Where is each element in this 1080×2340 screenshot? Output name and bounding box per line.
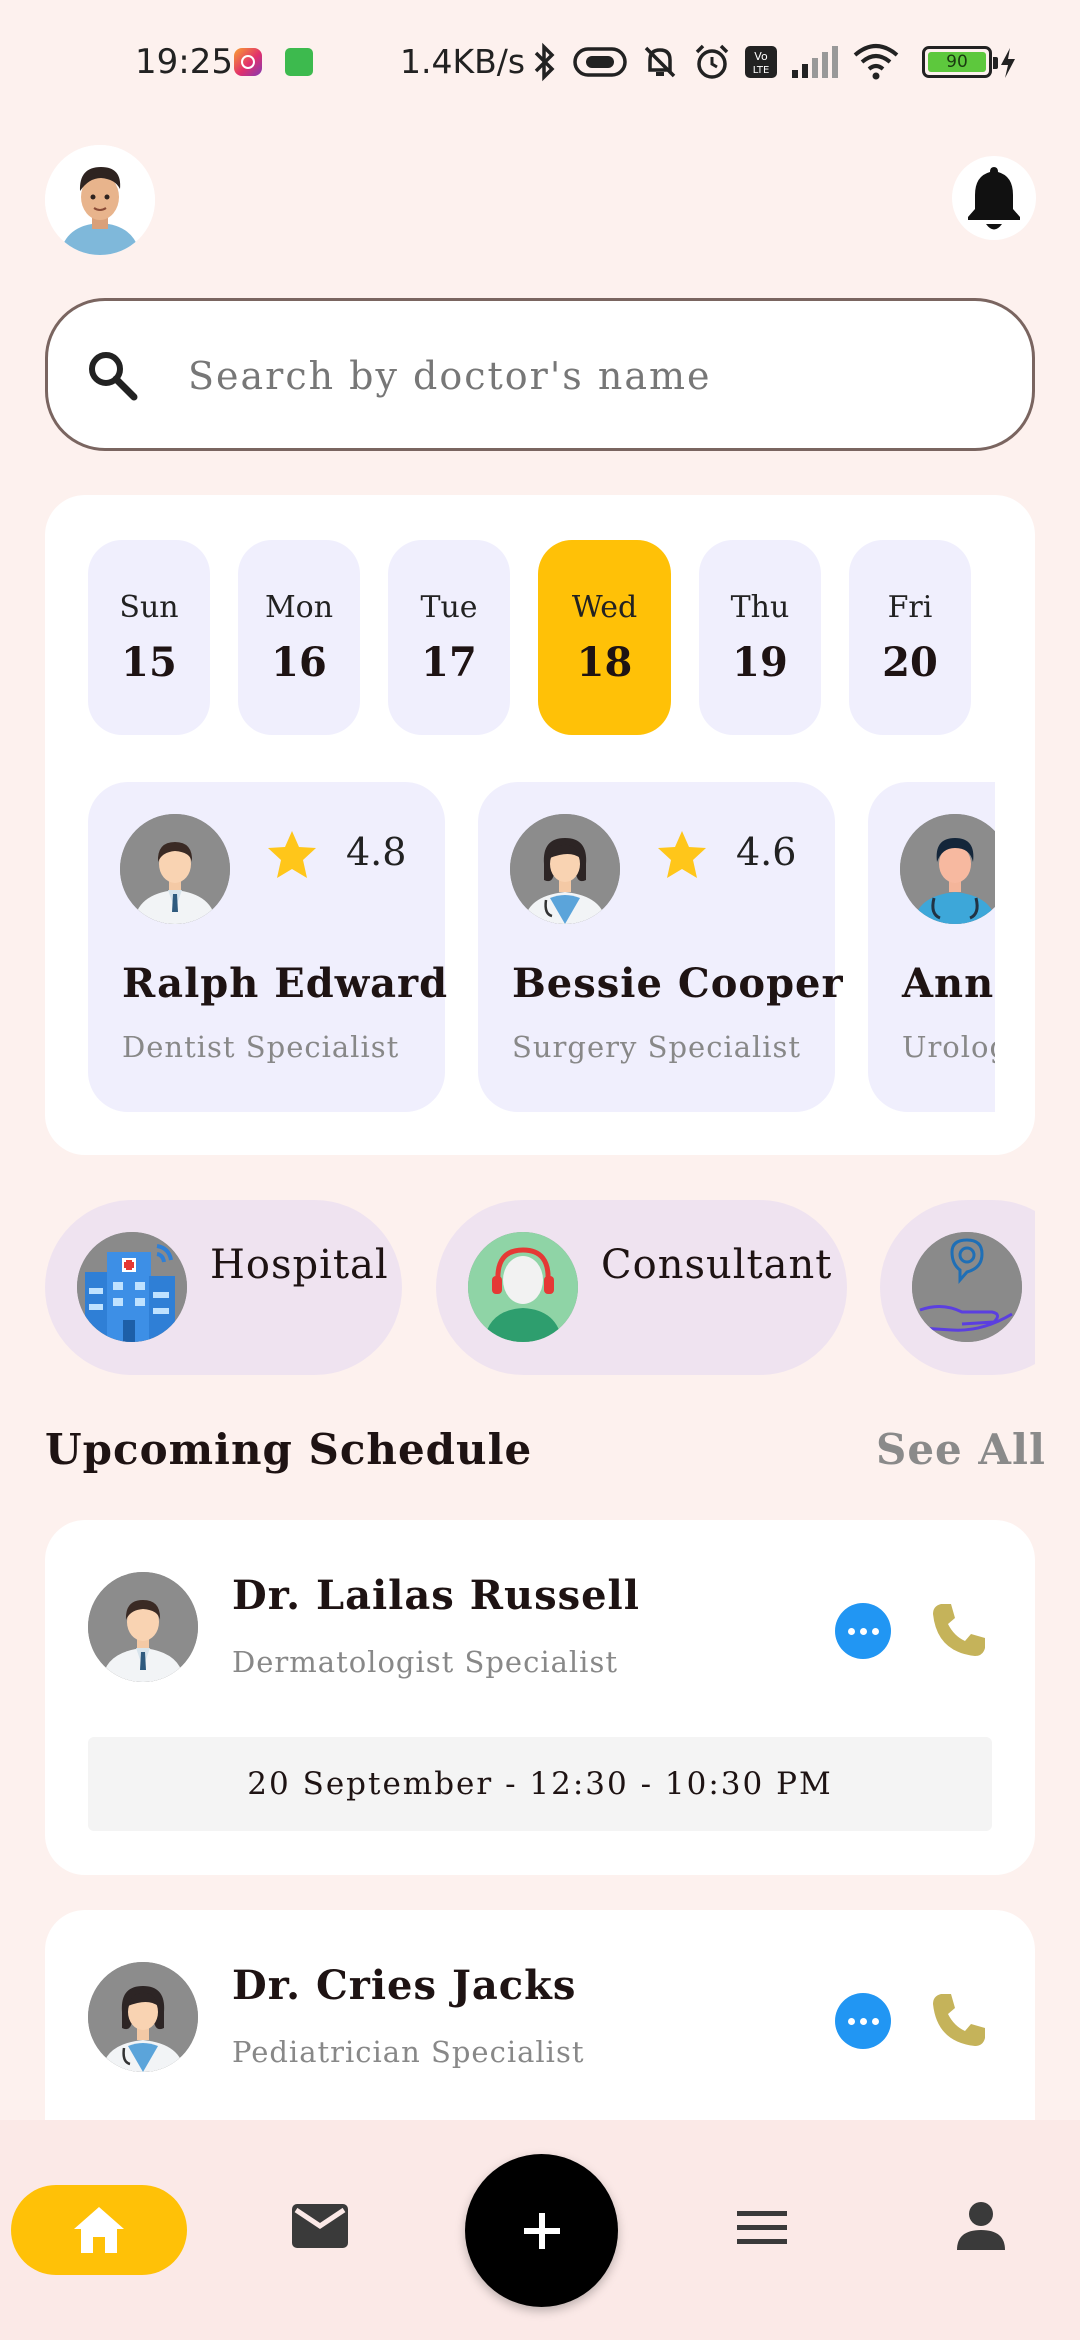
day-name: Tue: [420, 589, 478, 625]
doctor-photo: [510, 814, 620, 924]
day-number: 18: [576, 638, 633, 686]
status-bar: 19:25 1.4KB/s Vo LTE 90: [0, 0, 1080, 124]
day-tue[interactable]: Tue 17: [388, 540, 510, 735]
doctor-name: Bessie Cooper: [512, 960, 844, 1007]
section-title: Upcoming Schedule: [45, 1425, 533, 1474]
day-thu[interactable]: Thu 19: [699, 540, 821, 735]
day-number: 19: [732, 638, 788, 686]
star-icon: [268, 831, 316, 878]
day-name: Sun: [119, 589, 179, 625]
signal-icon: [792, 46, 838, 78]
hospital-icon: [77, 1232, 187, 1342]
day-name: Fri: [887, 589, 933, 625]
category-consultant[interactable]: Consultant: [436, 1200, 847, 1375]
search-input[interactable]: [188, 341, 988, 411]
app-notification-icon: [285, 48, 313, 76]
schedule-card[interactable]: Dr. Lailas Russell Dermatologist Special…: [45, 1520, 1035, 1875]
search-icon: [89, 352, 138, 401]
doctor-name: Dr. Lailas Russell: [232, 1572, 640, 1619]
day-sun[interactable]: Sun 15: [88, 540, 210, 735]
day-fri[interactable]: Fri 20: [849, 540, 971, 735]
doctor-carousel[interactable]: 4.8 Ralph Edward Dentist Specialist 4.6: [88, 782, 995, 1112]
doctor-photo: [88, 1962, 198, 2072]
battery-level: 90: [928, 52, 986, 72]
doctor-name: Ralph Edward: [122, 960, 449, 1007]
profile-icon[interactable]: [955, 2200, 1007, 2252]
vibrate-icon: [573, 47, 627, 77]
search-bar[interactable]: [45, 298, 1035, 451]
user-avatar[interactable]: [45, 145, 155, 255]
doctor-specialty: Surgery Specialist: [512, 1030, 802, 1064]
category-care[interactable]: [880, 1200, 1035, 1375]
add-icon: [523, 2212, 560, 2249]
see-all-link[interactable]: See All: [876, 1425, 1046, 1474]
notification-button[interactable]: [952, 156, 1036, 240]
doctor-photo: [88, 1572, 198, 1682]
date-selector: Sun 15 Mon 16 Tue 17 Wed 18 Thu 19 Fri 2…: [88, 540, 971, 735]
doctor-photo: [120, 814, 230, 924]
instagram-notification-icon: [234, 48, 262, 76]
volte-icon: Vo LTE: [745, 46, 777, 78]
wifi-icon: [853, 44, 899, 80]
alarm-icon: [695, 44, 729, 79]
phone-icon[interactable]: [929, 1600, 989, 1660]
doctor-name: Anne: [902, 960, 995, 1007]
category-label: Consultant: [601, 1242, 833, 1288]
doctor-card[interactable]: 4.8 Ralph Edward Dentist Specialist: [88, 782, 449, 1112]
day-name: Wed: [571, 589, 638, 625]
doctor-card[interactable]: Anne Urolog: [868, 782, 995, 1112]
appointment-time: 20 September - 12:30 - 10:30 PM: [88, 1737, 992, 1831]
charging-icon: [1001, 48, 1015, 78]
consultant-icon: [468, 1232, 578, 1342]
network-speed: 1.4KB/s: [400, 42, 526, 81]
doctor-specialty: Dentist Specialist: [122, 1030, 400, 1064]
day-number: 20: [882, 638, 938, 686]
doctor-overview-card: Sun 15 Mon 16 Tue 17 Wed 18 Thu 19 Fri 2…: [45, 495, 1035, 1155]
more-options-button[interactable]: [835, 1603, 891, 1659]
phone-icon[interactable]: [929, 1990, 989, 2050]
day-mon[interactable]: Mon 16: [238, 540, 360, 735]
mute-icon: [644, 46, 676, 78]
category-hospital[interactable]: Hospital: [45, 1200, 402, 1375]
care-icon: [912, 1232, 1022, 1342]
doctor-specialty: Urolog: [902, 1030, 995, 1064]
svg-text:Vo: Vo: [754, 50, 768, 63]
category-list[interactable]: Hospital Consultant: [45, 1200, 1035, 1375]
doctor-name: Dr. Cries Jacks: [232, 1962, 577, 2009]
day-number: 17: [421, 638, 477, 686]
bluetooth-icon: [534, 42, 555, 82]
bottom-navigation: [0, 2120, 1080, 2340]
star-icon: [658, 831, 706, 878]
doctor-card[interactable]: 4.6 Bessie Cooper Surgery Specialist: [478, 782, 843, 1112]
more-options-button[interactable]: [835, 1993, 891, 2049]
day-wed[interactable]: Wed 18: [538, 540, 671, 735]
doctor-rating: 4.8: [346, 830, 407, 874]
day-name: Thu: [730, 589, 790, 625]
day-name: Mon: [264, 589, 334, 625]
status-time: 19:25: [135, 42, 233, 82]
doctor-rating: 4.6: [736, 830, 797, 874]
doctor-photo: [900, 814, 995, 924]
menu-icon[interactable]: [735, 2208, 789, 2248]
battery-icon: 90: [922, 46, 998, 78]
day-number: 16: [271, 638, 327, 686]
day-number: 15: [121, 638, 177, 686]
doctor-specialty: Dermatologist Specialist: [232, 1645, 618, 1679]
category-label: Hospital: [210, 1242, 389, 1288]
status-icons: Vo LTE: [530, 40, 900, 84]
home-icon: [74, 2207, 124, 2253]
add-button[interactable]: [465, 2154, 618, 2307]
nav-home[interactable]: [11, 2185, 187, 2275]
doctor-specialty: Pediatrician Specialist: [232, 2035, 585, 2069]
bell-icon: [968, 167, 1020, 230]
mail-icon[interactable]: [290, 2202, 350, 2250]
svg-text:LTE: LTE: [753, 65, 770, 76]
